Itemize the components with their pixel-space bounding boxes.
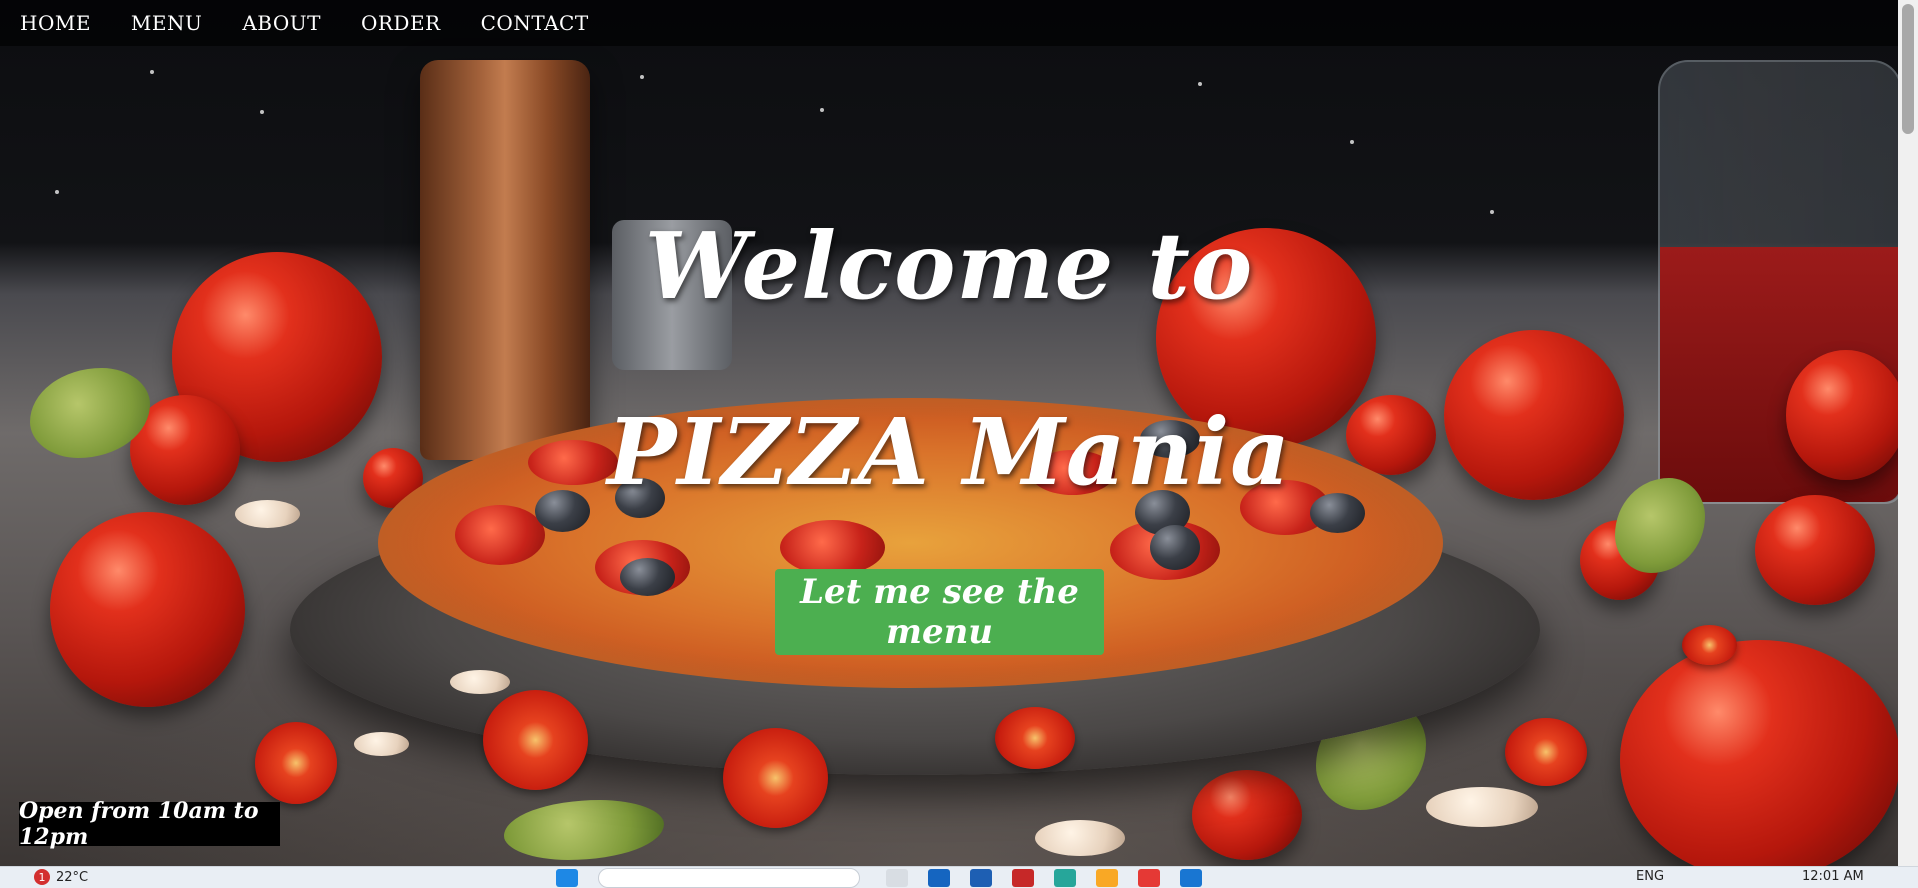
app-icon[interactable]	[1138, 869, 1160, 887]
olive	[620, 558, 675, 596]
hero-title-welcome: Welcome to	[644, 212, 1254, 320]
taskbar-search-box[interactable]	[598, 868, 860, 888]
basil-leaf	[504, 800, 664, 860]
garlic-slice	[1035, 820, 1125, 856]
tomato-slice	[723, 728, 828, 828]
mail-icon[interactable]	[1012, 869, 1034, 887]
hero-title-brand: PIZZA Mania	[607, 398, 1291, 506]
flour-speck	[55, 190, 59, 194]
olive	[1150, 525, 1200, 570]
windows-start-icon[interactable]	[556, 869, 578, 887]
tomato-slice	[1505, 718, 1587, 786]
taskbar-apps	[556, 868, 1222, 888]
flour-speck	[820, 108, 824, 112]
top-navbar: HOME MENU ABOUT ORDER CONTACT	[0, 0, 1898, 46]
garlic-slice	[1426, 787, 1538, 827]
tomato-slice	[995, 707, 1075, 769]
tomato-slice	[483, 690, 588, 790]
flour-speck	[640, 75, 644, 79]
nav-contact-link[interactable]: CONTACT	[481, 11, 589, 35]
nav-order-link[interactable]: ORDER	[361, 11, 441, 35]
pepperoni	[780, 520, 885, 575]
temperature-label: 22°C	[56, 869, 89, 885]
weather-widget[interactable]: 1 22°C	[34, 869, 88, 885]
tomato	[1755, 495, 1875, 605]
nav-menu-link[interactable]: MENU	[131, 11, 202, 35]
page-scrollbar[interactable]	[1898, 0, 1918, 866]
see-menu-button[interactable]: Let me see the menu	[775, 569, 1104, 655]
flour-speck	[1350, 140, 1354, 144]
tomato	[1192, 770, 1302, 860]
tomato	[50, 512, 245, 707]
store-icon[interactable]	[970, 869, 992, 887]
pepperoni	[455, 505, 545, 565]
language-indicator[interactable]: ENG	[1636, 869, 1664, 884]
edge-icon[interactable]	[928, 869, 950, 887]
tomato-slice	[1682, 625, 1737, 665]
scrollbar-thumb[interactable]	[1902, 4, 1914, 134]
file-explorer-icon[interactable]	[1096, 869, 1118, 887]
nav-about-link[interactable]: ABOUT	[242, 11, 321, 35]
system-clock[interactable]: 12:01 AM	[1802, 869, 1864, 884]
tomato-slice	[255, 722, 337, 804]
os-taskbar: 1 22°C ENG 12:01 AM	[0, 866, 1918, 888]
task-view-icon[interactable]	[886, 869, 908, 887]
weather-alert-badge: 1	[34, 869, 50, 885]
garlic-slice	[354, 732, 409, 756]
opening-hours-badge: Open from 10am to 12pm	[19, 798, 280, 850]
nav-home-link[interactable]: HOME	[20, 11, 91, 35]
vscode-icon[interactable]	[1180, 869, 1202, 887]
flour-speck	[150, 70, 154, 74]
browser-icon[interactable]	[1054, 869, 1076, 887]
garlic-slice	[450, 670, 510, 694]
tomato	[1620, 640, 1898, 866]
flour-speck	[260, 110, 264, 114]
flour-speck	[1198, 82, 1202, 86]
